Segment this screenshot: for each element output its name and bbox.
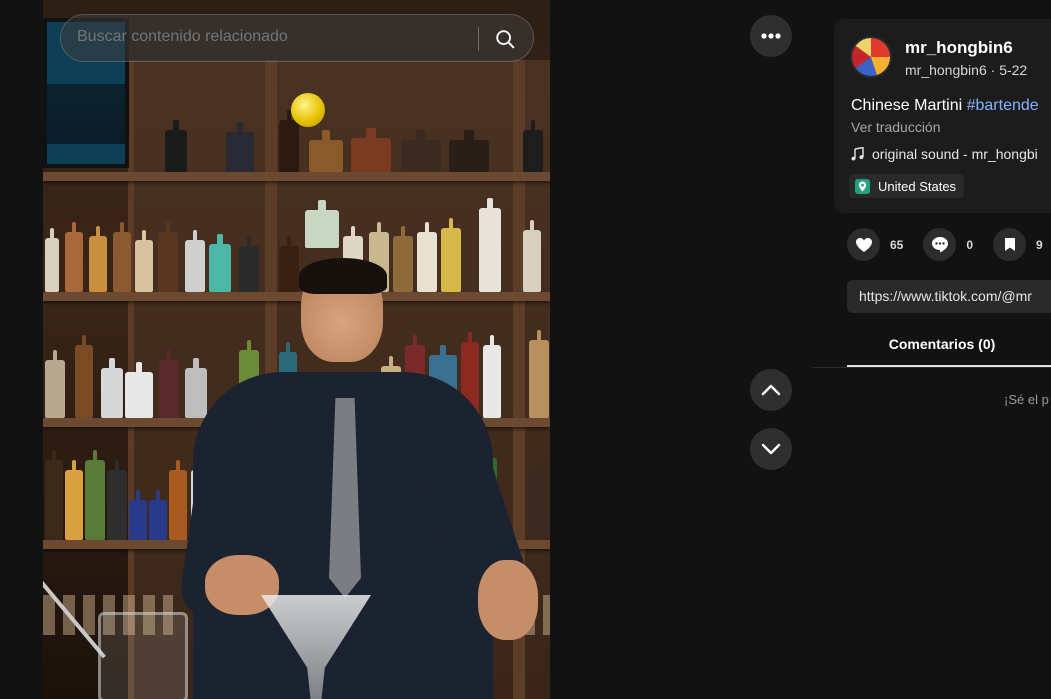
tabs-divider	[812, 367, 1051, 368]
mixing-glass	[98, 612, 188, 699]
bottle	[417, 222, 437, 292]
caption-text: Chinese Martini	[851, 97, 967, 114]
bottle	[45, 228, 59, 292]
bottle	[125, 362, 153, 418]
video-stage	[0, 0, 812, 699]
bottle	[523, 120, 543, 172]
tab-comments[interactable]: Comentarios (0)	[847, 336, 1037, 352]
bottle	[129, 490, 147, 540]
more-horizontal-icon	[761, 33, 781, 39]
next-video-button[interactable]	[750, 428, 792, 470]
separator: ·	[986, 62, 1000, 78]
username[interactable]: mr_hongbin6	[905, 38, 1013, 58]
bartender-hair	[299, 258, 387, 294]
bottle	[158, 222, 178, 292]
like-button[interactable]: 65	[847, 228, 903, 261]
bottle	[401, 130, 441, 172]
bookmark-icon	[993, 228, 1027, 261]
author-subline: mr_hongbin6 · 5-22	[905, 62, 1027, 78]
bottle	[101, 358, 123, 418]
comment-button[interactable]: 0	[923, 228, 973, 261]
bottle	[449, 130, 489, 172]
bottle	[45, 350, 65, 418]
post-date: 5-22	[999, 62, 1028, 78]
bottle	[279, 236, 299, 292]
location-label: United States	[878, 178, 957, 194]
post-info-card: mr_hongbin6 mr_hongbin6 · 5-22 Chinese M…	[834, 19, 1051, 213]
yellow-ball	[291, 93, 325, 127]
see-translation-link[interactable]: Ver traducción	[851, 119, 941, 135]
bottle	[483, 335, 501, 418]
shelf	[43, 172, 550, 181]
bottle	[523, 220, 541, 292]
bottle	[65, 222, 83, 292]
active-tab-indicator	[847, 365, 1051, 367]
bottle	[165, 120, 187, 172]
bottle	[107, 460, 127, 540]
search-button[interactable]	[489, 23, 521, 55]
save-button[interactable]: 9	[993, 228, 1043, 261]
bottle	[89, 226, 107, 292]
video-player[interactable]	[43, 0, 550, 699]
bartender-hand	[478, 560, 538, 640]
bottle	[441, 218, 461, 292]
search-icon	[496, 30, 515, 49]
bottle	[351, 128, 391, 172]
tiktok-video-page: mr_hongbin6 mr_hongbin6 · 5-22 Chinese M…	[0, 0, 1051, 699]
more-options-button[interactable]	[750, 15, 792, 57]
heart-icon	[847, 228, 880, 261]
engagement-stats: 65 0 9	[847, 228, 1051, 261]
bottle	[226, 122, 254, 172]
bottle	[305, 200, 339, 248]
previous-video-button[interactable]	[750, 369, 792, 411]
chevron-down-icon	[761, 443, 781, 455]
bottle	[185, 230, 205, 292]
bottle	[45, 450, 63, 540]
bottle	[185, 358, 207, 418]
sound-link[interactable]: original sound - mr_hongbi	[851, 146, 1038, 162]
bottle	[159, 350, 179, 418]
location-pin-icon	[855, 178, 870, 194]
music-note-icon	[851, 147, 864, 161]
empty-comments-message: ¡Sé el p	[1004, 392, 1049, 407]
bartender-hand	[205, 555, 279, 615]
bottle	[149, 490, 167, 540]
comment-icon	[923, 228, 957, 261]
video-details-panel: mr_hongbin6 mr_hongbin6 · 5-22 Chinese M…	[812, 0, 1051, 699]
related-search-bar[interactable]	[60, 14, 534, 62]
bottle	[135, 230, 153, 292]
bottle	[529, 460, 547, 540]
bottle	[85, 450, 105, 540]
bottle	[279, 110, 299, 172]
bottle	[479, 198, 501, 292]
bottle	[529, 330, 549, 418]
save-count: 9	[1036, 237, 1043, 252]
bottle	[113, 222, 131, 292]
bottle	[65, 460, 83, 540]
search-input[interactable]	[77, 28, 477, 46]
search-divider	[478, 27, 479, 51]
avatar[interactable]	[850, 36, 892, 78]
tv-city-image	[47, 84, 125, 144]
bottle	[309, 130, 343, 172]
author-handle[interactable]: mr_hongbin6	[905, 62, 987, 78]
bottle	[239, 236, 259, 292]
bottle	[209, 234, 231, 292]
hashtag-link[interactable]: #bartende	[967, 97, 1039, 114]
bottle	[75, 335, 93, 418]
post-caption: Chinese Martini #bartende	[851, 97, 1039, 115]
bottle	[393, 226, 413, 292]
comment-count: 0	[966, 237, 974, 252]
sound-label: original sound - mr_hongbi	[872, 146, 1038, 162]
chevron-up-icon	[761, 384, 781, 396]
video-link-field[interactable]: https://www.tiktok.com/@mr	[847, 280, 1051, 313]
bottle	[169, 460, 187, 540]
shelf	[43, 292, 550, 301]
location-tag[interactable]: United States	[849, 174, 965, 198]
like-count: 65	[890, 237, 904, 252]
